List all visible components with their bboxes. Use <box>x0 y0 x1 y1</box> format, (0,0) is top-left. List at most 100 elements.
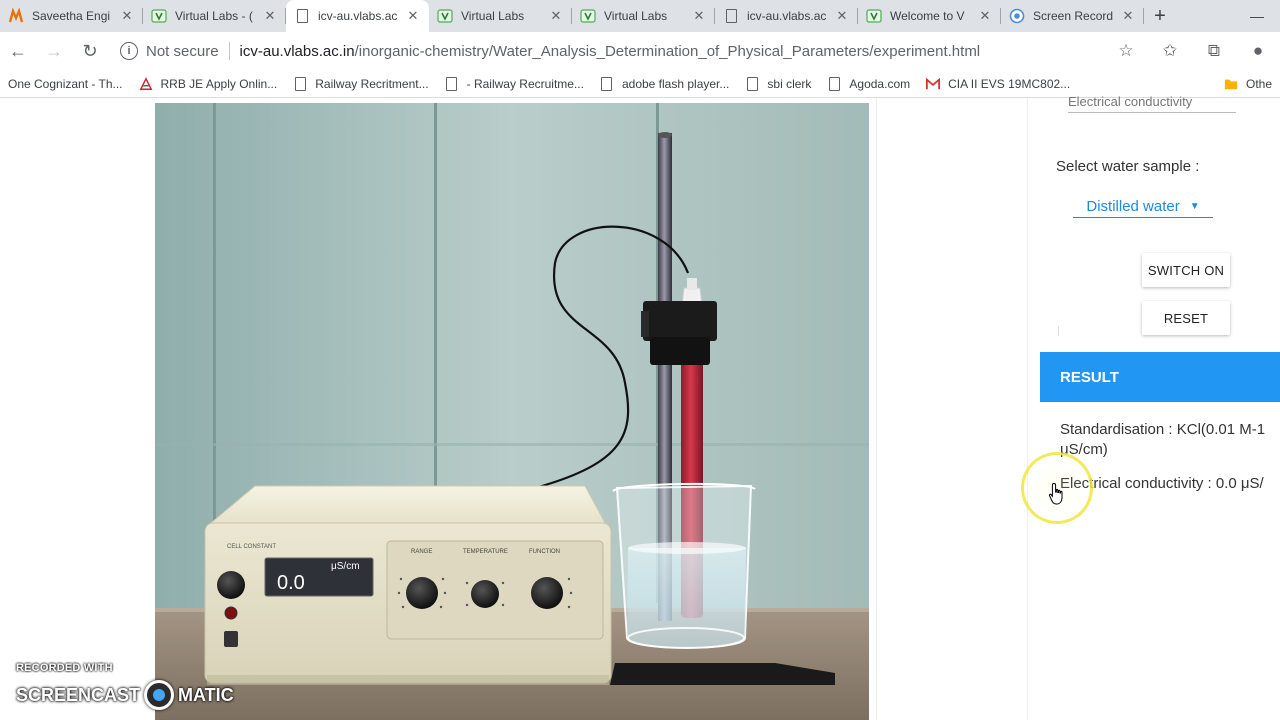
page-icon <box>445 76 459 92</box>
bookmark-label: Othe <box>1245 76 1272 91</box>
address-bar[interactable]: i Not secure icv-au.vlabs.ac.in/inorgani… <box>114 36 1104 66</box>
standardisation-result: Standardisation : KCl(0.01 M-1 <box>1060 421 1266 438</box>
tab-6[interactable]: Welcome to V ✕ <box>858 0 1001 32</box>
indicator-led <box>224 606 238 620</box>
meter-unit: μS/cm <box>331 561 360 572</box>
page-content: CELL CONSTANT 0.0 μS/cm RANGE TEMPERATUR… <box>0 94 1280 720</box>
back-arrow-icon[interactable]: ← <box>0 35 36 67</box>
profile-icon[interactable]: ● <box>1236 41 1280 61</box>
bookmark-label: sbi clerk <box>767 76 812 91</box>
bookmark-6[interactable]: Agoda.com <box>819 72 918 96</box>
close-icon[interactable]: ✕ <box>119 8 135 24</box>
cell-constant-knob[interactable] <box>217 571 245 599</box>
bookmark-2[interactable]: Railway Recritment... <box>285 72 436 96</box>
bookmark-label: Railway Recritment... <box>315 76 429 91</box>
reload-icon[interactable]: ↻ <box>72 35 108 67</box>
range-label: RANGE <box>411 549 432 555</box>
close-icon[interactable]: ✕ <box>691 8 707 24</box>
power-switch[interactable] <box>224 631 238 647</box>
bookmark-3[interactable]: - Railway Recruitme... <box>437 72 592 96</box>
tab-title: Welcome to V <box>890 9 965 23</box>
page-icon <box>745 76 759 92</box>
page-icon <box>827 76 841 92</box>
bookmark-label: Agoda.com <box>849 76 911 91</box>
cell-constant-label: CELL CONSTANT <box>227 544 276 550</box>
bookmark-label: - Railway Recruitme... <box>466 76 584 91</box>
window-controls: — <box>1234 0 1280 32</box>
bookmark-label: RRB JE Apply Onlin... <box>160 76 278 91</box>
function-knob[interactable] <box>531 577 563 609</box>
folder-icon <box>1224 76 1238 92</box>
page-icon <box>293 76 307 92</box>
watermark-recorded: RECORDED WITH <box>16 662 113 674</box>
left-margin <box>0 98 148 720</box>
bookmark-1[interactable]: RRB JE Apply Onlin... <box>131 72 286 96</box>
tab-title: Screen Record <box>1033 9 1114 23</box>
vlabs-favicon-icon <box>580 8 596 24</box>
tab-title: Saveetha Engi <box>32 9 111 23</box>
divider <box>1058 326 1059 336</box>
close-icon[interactable]: ✕ <box>1120 8 1136 24</box>
page-icon <box>294 8 310 24</box>
forward-arrow-icon[interactable]: → <box>36 35 72 67</box>
bookmark-7[interactable]: CIA II EVS 19MC802... <box>918 72 1078 96</box>
tab-4[interactable]: Virtual Labs ✕ <box>572 0 715 32</box>
simulation-canvas[interactable]: CELL CONSTANT 0.0 μS/cm RANGE TEMPERATUR… <box>155 103 869 720</box>
info-icon[interactable]: i <box>120 42 138 60</box>
vlabs-favicon-icon <box>866 8 882 24</box>
page-icon <box>600 76 614 92</box>
bookmark-label: CIA II EVS 19MC802... <box>948 76 1071 91</box>
security-label: Not secure <box>146 42 219 60</box>
center-margin <box>876 98 1026 720</box>
close-icon[interactable]: ✕ <box>262 8 278 24</box>
favorites-icon[interactable]: ✩ <box>1148 41 1192 61</box>
url-host: icv-au.vlabs.ac.in <box>239 42 355 60</box>
function-label: FUNCTION <box>529 549 560 555</box>
tab-1[interactable]: Virtual Labs - ( ✕ <box>143 0 286 32</box>
tab-title: icv-au.vlabs.ac <box>747 9 827 23</box>
tab-0[interactable]: Saveetha Engi ✕ <box>0 0 143 32</box>
result-header: RESULT <box>1040 352 1280 402</box>
vlabs-favicon-icon <box>437 8 453 24</box>
tab-strip: Saveetha Engi ✕ Virtual Labs - ( ✕ icv-a… <box>0 0 1280 32</box>
screencast-watermark: RECORDED WITH SCREENCAST MATIC <box>16 662 236 710</box>
conductivity-result: Electrical conductivity : 0.0 μS/ <box>1060 475 1264 492</box>
star-icon[interactable]: ☆ <box>1104 41 1148 61</box>
standardisation-unit: μS/cm) <box>1060 441 1108 458</box>
tab-7[interactable]: Screen Record ✕ <box>1001 0 1144 32</box>
temperature-knob[interactable] <box>471 580 499 608</box>
tab-5[interactable]: icv-au.vlabs.ac ✕ <box>715 0 858 32</box>
temperature-label: TEMPERATURE <box>463 549 508 555</box>
select-sample-label: Select water sample : <box>1056 158 1200 175</box>
water-sample-select[interactable]: Distilled water ▼ <box>1073 196 1213 218</box>
watermark-left: SCREENCAST <box>16 684 141 705</box>
tab-3[interactable]: Virtual Labs ✕ <box>429 0 572 32</box>
collections-icon[interactable]: ⧉ <box>1192 41 1236 61</box>
minimize-icon[interactable]: — <box>1234 0 1280 32</box>
bookmark-label: One Cognizant - Th... <box>8 76 123 91</box>
bookmark-5[interactable]: sbi clerk <box>737 72 819 96</box>
rrb-icon <box>139 76 153 92</box>
bookmark-label: adobe flash player... <box>621 76 730 91</box>
other-bookmarks[interactable]: Othe <box>1217 71 1280 96</box>
new-tab-button[interactable]: + <box>1144 0 1176 32</box>
screencast-favicon-icon <box>1009 8 1025 24</box>
tab-title: Virtual Labs - ( <box>175 9 253 23</box>
reset-button[interactable]: RESET <box>1142 301 1230 335</box>
hand-cursor-icon <box>1048 482 1063 505</box>
bookmark-0[interactable]: One Cognizant - Th... <box>0 72 131 96</box>
toolbar-actions: ☆ ✩ ⧉ ● <box>1104 41 1280 61</box>
tab-title: Virtual Labs <box>604 9 668 23</box>
saveetha-favicon-icon <box>8 8 24 24</box>
close-icon[interactable]: ✕ <box>405 8 421 24</box>
close-icon[interactable]: ✕ <box>977 8 993 24</box>
close-icon[interactable]: ✕ <box>834 8 850 24</box>
tab-title: Virtual Labs <box>461 9 525 23</box>
switch-on-button[interactable]: SWITCH ON <box>1142 253 1230 287</box>
range-knob[interactable] <box>406 577 438 609</box>
parameter-label: Electrical conductivity <box>1068 94 1193 109</box>
tab-2-active[interactable]: icv-au.vlabs.ac ✕ <box>286 0 429 32</box>
page-icon <box>723 8 739 24</box>
bookmark-4[interactable]: adobe flash player... <box>592 72 737 96</box>
close-icon[interactable]: ✕ <box>548 8 564 24</box>
